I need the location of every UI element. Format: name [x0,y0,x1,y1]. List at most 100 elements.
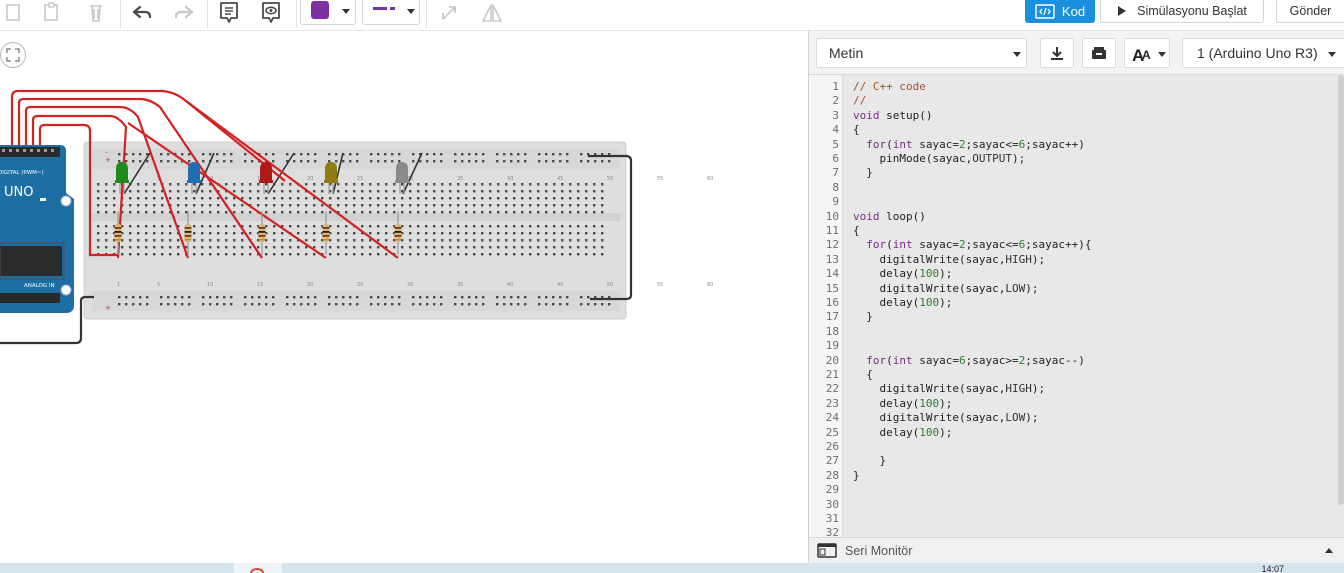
breadboard-hole [489,204,492,207]
start-simulation-button[interactable]: Simülasyonu Başlat [1100,0,1264,23]
code-text: delay(100); [879,296,953,309]
fill-color-picker[interactable] [300,0,356,25]
code-line[interactable]: 32 [809,526,1344,537]
breadboard-hole [337,204,340,207]
serial-monitor-bar[interactable]: Seri Monitör [809,537,1344,563]
code-line[interactable]: 11 { [809,224,1344,238]
code-line[interactable]: 18 [809,325,1344,339]
code-line[interactable]: 26 [809,440,1344,454]
code-line[interactable]: 25 delay(100); [809,426,1344,440]
download-code-button[interactable] [1040,38,1074,68]
libraries-button[interactable] [1082,38,1116,68]
delete-icon[interactable] [82,0,110,26]
breadboard-hole [193,232,196,235]
code-line[interactable]: 19 [809,339,1344,353]
code-line[interactable]: 13 digitalWrite(sayac,HIGH); [809,253,1344,267]
breadboard-hole [137,253,140,256]
code-line[interactable]: 14 delay(100); [809,267,1344,281]
code-line[interactable]: 16 delay(100); [809,296,1344,310]
breadboard-hole [297,225,300,228]
line-number: 4 [832,123,839,137]
code-line[interactable]: 6 pinMode(sayac,OUTPUT); [809,152,1344,166]
breadboard-hole [577,232,580,235]
send-button[interactable]: Gönder [1276,0,1344,23]
breadboard-hole [537,253,540,256]
code-line[interactable]: 23 delay(100); [809,397,1344,411]
view-notes-icon[interactable] [256,0,286,26]
breadboard-hole [545,246,548,249]
line-style-picker[interactable] [362,0,420,25]
breadboard-hole [137,183,140,186]
editor-scrollbar-thumb[interactable] [1338,75,1344,505]
breadboard-hole [105,246,108,249]
breadboard-hole [426,160,429,163]
breadboard-hole [349,153,352,156]
code-line[interactable]: 28} [809,469,1344,483]
code-line[interactable]: 24 digitalWrite(sayac,LOW); [809,411,1344,425]
code-line[interactable]: 9 [809,195,1344,209]
breadboard-hole [457,225,460,228]
breadboard-column-number: 25 [357,176,363,182]
breadboard-hole [225,225,228,228]
code-line[interactable]: 27 } [809,454,1344,468]
breadboard-hole [521,204,524,207]
breadboard-hole [297,197,300,200]
code-line[interactable]: 1 // C++ code [809,80,1344,94]
breadboard-hole [475,303,478,306]
breadboard-hole [353,190,356,193]
chevron-up-icon[interactable] [1325,548,1333,553]
breadboard-hole [161,253,164,256]
code-line[interactable]: 17 } [809,310,1344,324]
device-select[interactable]: 1 (Arduino Uno R3) [1182,38,1344,68]
breadboard-hole [125,296,128,299]
code-line[interactable]: 4{ [809,123,1344,137]
breadboard-hole [265,197,268,200]
breadboard-hole [113,190,116,193]
circuit-canvas[interactable]: 151015202530354045505560 151015202530354… [0,31,808,563]
code-line[interactable]: 15 digitalWrite(sayac,LOW); [809,282,1344,296]
breadboard-hole [129,253,132,256]
editor-scrollbar[interactable] [1337,75,1344,537]
code-line[interactable]: 5 for(int sayac=2;sayac<=6;sayac++) [809,138,1344,152]
breadboard-hole [417,253,420,256]
code-line[interactable]: 21 { [809,368,1344,382]
breadboard-hole [377,197,380,200]
breadboard-hole [313,190,316,193]
rotate-icon[interactable] [436,0,462,26]
code-line[interactable]: 20 for(int sayac=6;sayac>=2;sayac--) [809,354,1344,368]
code-line[interactable]: 2 // [809,94,1344,108]
code-line[interactable]: 30 [809,498,1344,512]
breadboard-hole [139,153,142,156]
code-line[interactable]: 3 void setup() [809,109,1344,123]
breadboard-hole [273,253,276,256]
code-line[interactable]: 7 } [809,166,1344,180]
breadboard-hole [230,153,233,156]
mirror-icon[interactable] [478,0,506,26]
font-size-button[interactable]: A A [1124,38,1170,68]
code-line[interactable]: 29 [809,483,1344,497]
redo-icon[interactable] [170,0,198,26]
undo-icon[interactable] [128,0,156,26]
code-line[interactable]: 8 [809,181,1344,195]
breadboard-hole [193,183,196,186]
breadboard-hole [249,232,252,235]
copy-icon[interactable] [0,0,26,26]
code-mode-select[interactable]: Metin [816,38,1027,68]
code-line[interactable]: 31 [809,512,1344,526]
code-line[interactable]: 10 void loop() [809,210,1344,224]
code-line[interactable]: 22 digitalWrite(sayac,HIGH); [809,382,1344,396]
code-line[interactable]: 12 for(int sayac=2;sayac<=6;sayac++){ [809,238,1344,252]
notes-icon[interactable] [214,0,244,26]
breadboard-hole [561,211,564,214]
breadboard-hole [433,296,436,299]
code-button[interactable]: Kod [1025,0,1095,23]
breadboard-hole [328,296,331,299]
code-editor[interactable]: 1// C++ code 2//3 void setup() 4{5 for(int … [809,75,1344,537]
breadboard-hole [272,296,275,299]
arduino-uno-board[interactable]: DIGITAL (PWM~) UNO ANALOG IN [0,145,74,313]
breadboard-hole [377,190,380,193]
breadboard-hole [281,246,284,249]
serial-monitor-label: Seri Monitör [845,543,913,558]
breadboard-hole [601,303,604,306]
paste-icon[interactable] [38,0,66,26]
